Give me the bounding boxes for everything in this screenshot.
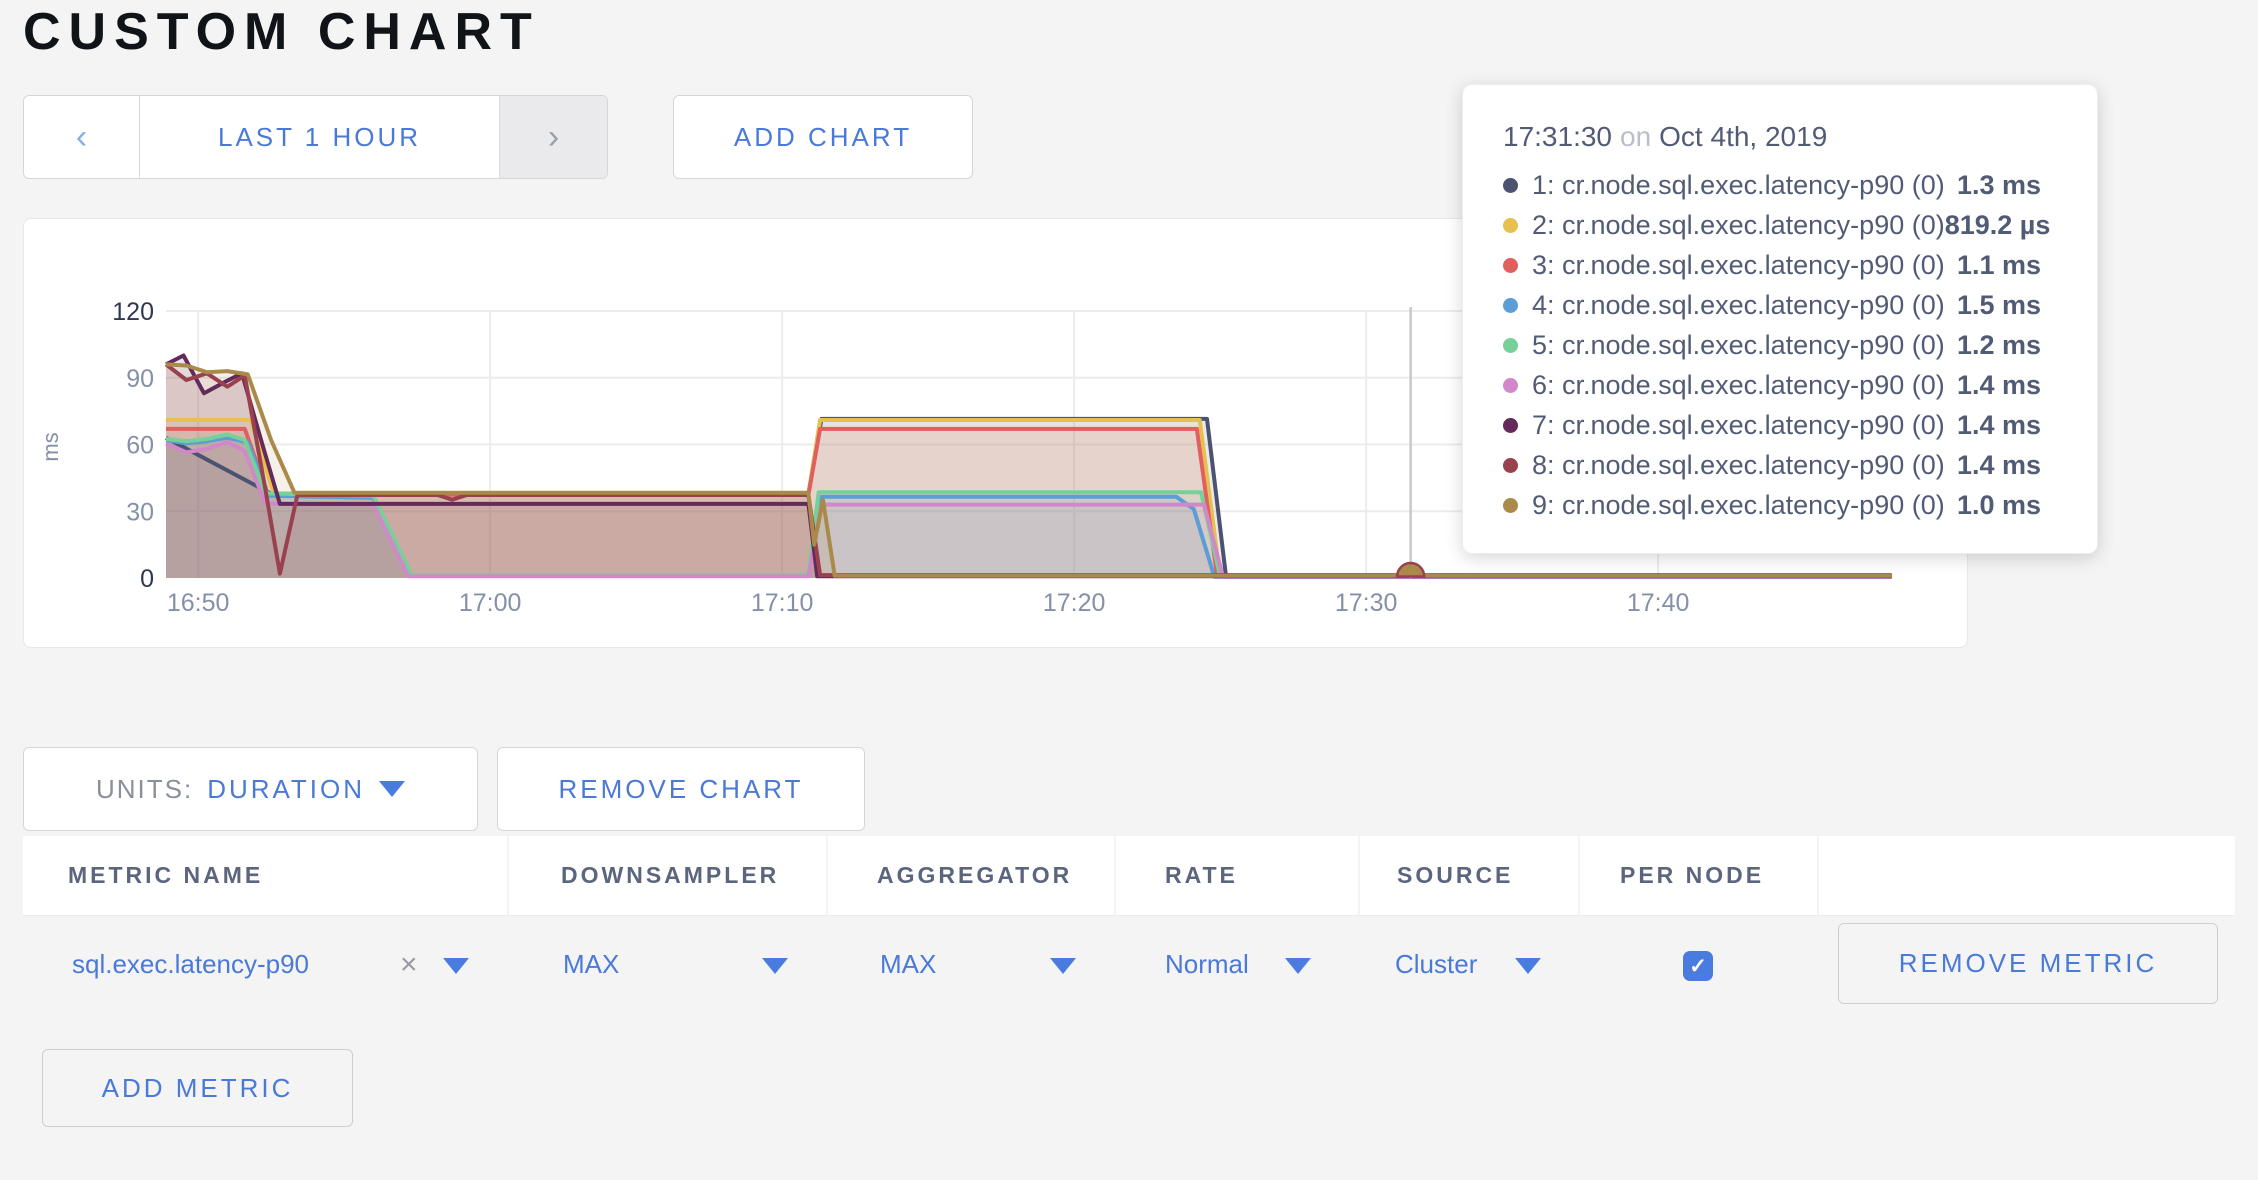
tooltip-series-value: 819.2 µs xyxy=(1945,210,2051,241)
rate-dropdown-icon[interactable] xyxy=(1285,958,1311,974)
tooltip-series-label: 5: cr.node.sql.exec.latency-p90 (0) xyxy=(1532,330,1945,361)
tooltip-item: 7: cr.node.sql.exec.latency-p90 (0) 1.4 m… xyxy=(1503,405,2041,445)
per-node-checkbox[interactable]: ✓ xyxy=(1683,951,1713,981)
tooltip-series-label: 1: cr.node.sql.exec.latency-p90 (0) xyxy=(1532,170,1945,201)
metric-name-dropdown-icon[interactable] xyxy=(443,958,469,974)
tooltip-item: 9: cr.node.sql.exec.latency-p90 (0) 1.0 m… xyxy=(1503,485,2041,525)
column-header-per-node: PER NODE xyxy=(1580,836,1819,916)
chart-tooltip: 17:31:30onOct 4th, 2019 1: cr.node.sql.e… xyxy=(1462,84,2098,554)
chevron-left-icon: ‹ xyxy=(76,118,87,157)
x-axis-tick-label: 17:40 xyxy=(1627,589,1690,617)
tooltip-series-value: 1.0 ms xyxy=(1957,490,2041,521)
tooltip-series-list: 1: cr.node.sql.exec.latency-p90 (0) 1.3 m… xyxy=(1503,165,2041,525)
series-color-dot-icon xyxy=(1503,178,1518,193)
column-header-source: SOURCE xyxy=(1360,836,1580,916)
series-color-dot-icon xyxy=(1503,418,1518,433)
units-dropdown[interactable]: UNITS: DURATION xyxy=(23,747,478,831)
time-range-next-button[interactable]: › xyxy=(499,96,607,178)
x-axis-tick-label: 17:00 xyxy=(459,589,522,617)
chevron-right-icon: › xyxy=(548,118,559,157)
tooltip-series-value: 1.2 ms xyxy=(1957,330,2041,361)
tooltip-series-label: 3: cr.node.sql.exec.latency-p90 (0) xyxy=(1532,250,1945,281)
tooltip-item: 6: cr.node.sql.exec.latency-p90 (0) 1.4 m… xyxy=(1503,365,2041,405)
tooltip-date: Oct 4th, 2019 xyxy=(1659,121,1827,152)
tooltip-item: 8: cr.node.sql.exec.latency-p90 (0) 1.4 m… xyxy=(1503,445,2041,485)
y-axis-tick-label: 0 xyxy=(140,565,154,593)
y-axis-tick-label: 30 xyxy=(126,498,154,526)
time-range-prev-button[interactable]: ‹ xyxy=(24,96,140,178)
tooltip-item: 4: cr.node.sql.exec.latency-p90 (0) 1.5 m… xyxy=(1503,285,2041,325)
tooltip-item: 1: cr.node.sql.exec.latency-p90 (0) 1.3 m… xyxy=(1503,165,2041,205)
y-axis-tick-label: 60 xyxy=(126,432,154,460)
series-color-dot-icon xyxy=(1503,218,1518,233)
y-axis-tick-label: 120 xyxy=(112,298,154,326)
remove-chart-button[interactable]: REMOVE CHART xyxy=(497,747,865,831)
series-color-dot-icon xyxy=(1503,258,1518,273)
rate-select[interactable]: Normal xyxy=(1165,916,1249,1013)
series-color-dot-icon xyxy=(1503,378,1518,393)
column-header-aggregator: AGGREGATOR xyxy=(828,836,1116,916)
tooltip-item: 2: cr.node.sql.exec.latency-p90 (0)819.2… xyxy=(1503,205,2041,245)
x-axis-tick-label: 17:20 xyxy=(1043,589,1106,617)
aggregator-select[interactable]: MAX xyxy=(880,916,936,1013)
source-dropdown-icon[interactable] xyxy=(1515,958,1541,974)
series-color-dot-icon xyxy=(1503,458,1518,473)
tooltip-series-label: 8: cr.node.sql.exec.latency-p90 (0) xyxy=(1532,450,1945,481)
tooltip-series-label: 4: cr.node.sql.exec.latency-p90 (0) xyxy=(1532,290,1945,321)
y-axis-label: ms xyxy=(38,432,63,461)
chevron-down-icon xyxy=(379,781,405,797)
units-label: UNITS: xyxy=(96,774,193,805)
remove-metric-button[interactable]: REMOVE METRIC xyxy=(1838,923,2218,1004)
series-color-dot-icon xyxy=(1503,498,1518,513)
tooltip-on-word: on xyxy=(1612,121,1659,152)
tooltip-series-label: 7: cr.node.sql.exec.latency-p90 (0) xyxy=(1532,410,1945,441)
metric-name-value[interactable]: sql.exec.latency-p90 xyxy=(72,916,309,1013)
tooltip-series-value: 1.5 ms xyxy=(1957,290,2041,321)
series-color-dot-icon xyxy=(1503,298,1518,313)
clear-metric-icon[interactable]: × xyxy=(400,916,418,1013)
tooltip-series-value: 1.3 ms xyxy=(1957,170,2041,201)
x-axis-tick-label: 16:50 xyxy=(167,589,230,617)
column-header-rate: RATE xyxy=(1116,836,1360,916)
tooltip-series-label: 9: cr.node.sql.exec.latency-p90 (0) xyxy=(1532,490,1945,521)
tooltip-item: 3: cr.node.sql.exec.latency-p90 (0) 1.1 m… xyxy=(1503,245,2041,285)
source-select[interactable]: Cluster xyxy=(1395,916,1477,1013)
page-title: CUSTOM CHART xyxy=(23,2,540,62)
hover-point-marker xyxy=(1397,563,1424,577)
time-range-selector: ‹ LAST 1 HOUR › xyxy=(23,95,608,179)
column-header-downsampler: DOWNSAMPLER xyxy=(509,836,828,916)
tooltip-time: 17:31:30 xyxy=(1503,121,1612,152)
add-chart-button[interactable]: ADD CHART xyxy=(673,95,973,179)
tooltip-series-label: 2: cr.node.sql.exec.latency-p90 (0) xyxy=(1532,210,1945,241)
y-axis-tick-label: 90 xyxy=(126,365,154,393)
x-axis-tick-label: 17:30 xyxy=(1335,589,1398,617)
tooltip-item: 5: cr.node.sql.exec.latency-p90 (0) 1.2 m… xyxy=(1503,325,2041,365)
column-header-metric-name: METRIC NAME xyxy=(23,836,509,916)
units-value: DURATION xyxy=(207,774,365,805)
tooltip-series-value: 1.1 ms xyxy=(1957,250,2041,281)
tooltip-series-value: 1.4 ms xyxy=(1957,370,2041,401)
tooltip-series-label: 6: cr.node.sql.exec.latency-p90 (0) xyxy=(1532,370,1945,401)
tooltip-series-value: 1.4 ms xyxy=(1957,450,2041,481)
time-range-value-button[interactable]: LAST 1 HOUR xyxy=(140,96,499,178)
column-header-actions xyxy=(1819,836,2235,916)
downsampler-select[interactable]: MAX xyxy=(563,916,619,1013)
series-color-dot-icon xyxy=(1503,338,1518,353)
tooltip-timestamp: 17:31:30onOct 4th, 2019 xyxy=(1503,121,2041,153)
aggregator-dropdown-icon[interactable] xyxy=(1050,958,1076,974)
tooltip-series-value: 1.4 ms xyxy=(1957,410,2041,441)
x-axis-tick-label: 17:10 xyxy=(751,589,814,617)
add-metric-button[interactable]: ADD METRIC xyxy=(42,1049,353,1127)
downsampler-dropdown-icon[interactable] xyxy=(762,958,788,974)
